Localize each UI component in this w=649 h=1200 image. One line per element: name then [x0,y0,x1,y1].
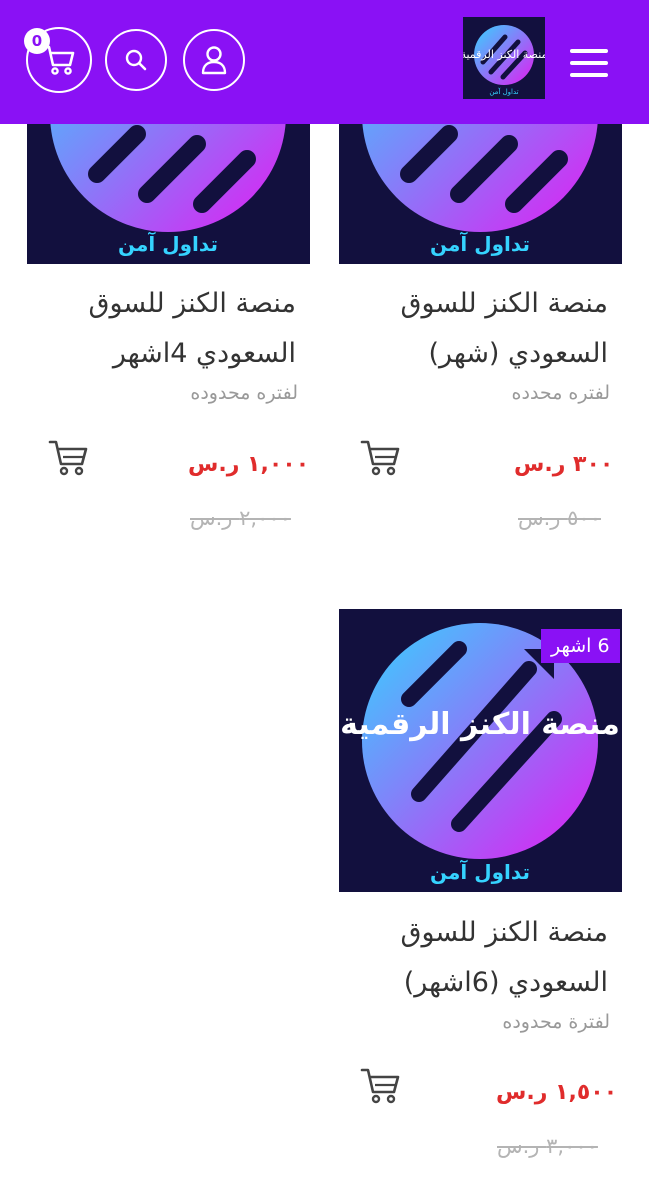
product-image-graphic: تداول آمن [50,124,286,256]
product-title-line2[interactable]: السعودي (شهر) [325,329,608,379]
svg-text:منصة الكنز الرقمية: منصة الكنز الرقمية [340,707,620,742]
search-icon [125,49,147,71]
site-logo[interactable]: منصة الكنز الرقمية تداول آمن [463,17,545,99]
account-button[interactable] [183,29,245,91]
product-price: ١,٠٠٠ ر.س [188,452,310,477]
site-header: 0 منصة الكنز الرقمية تداول آمن [0,0,649,124]
add-to-cart-button[interactable] [48,438,90,478]
product-old-price: ٥٠٠ ر.س [518,506,601,530]
product-title-line2[interactable]: السعودي 4اشهر [13,329,296,379]
logo-graphic: منصة الكنز الرقمية تداول آمن [463,25,545,96]
product-old-price: ٣,٠٠٠ ر.س [497,1134,598,1158]
product-price: ٣٠٠ ر.س [514,452,614,477]
add-to-cart-button[interactable] [360,438,402,478]
cart-icon [48,440,88,476]
product-title-line1[interactable]: منصة الكنز للسوق [325,279,609,329]
add-to-cart-button[interactable] [360,1066,402,1106]
product-image[interactable]: تداول آمن [27,124,310,264]
svg-text:منصة الكنز الرقمية: منصة الكنز الرقمية [463,48,545,61]
cart-count-badge: 0 [24,28,50,54]
svg-text:تداول آمن: تداول آمن [489,87,518,96]
cart-icon [360,1068,400,1104]
product-image[interactable]: تداول آمن [339,124,622,264]
product-image-graphic: تداول آمن [362,124,598,256]
svg-text:تداول آمن: تداول آمن [430,859,530,884]
product-subtitle: لفترة محدوده [502,1011,610,1033]
svg-text:تداول آمن: تداول آمن [118,231,218,256]
product-title-line2[interactable]: السعودي (6اشهر) [325,958,608,1008]
product-subtitle: لفتره محدده [511,382,610,404]
product-old-price: ٢,٠٠٠ ر.س [190,506,291,530]
user-icon [201,46,227,75]
svg-text:تداول آمن: تداول آمن [430,231,530,256]
product-title-line1[interactable]: منصة الكنز للسوق [13,279,297,329]
product-price: ١,٥٠٠ ر.س [496,1080,618,1105]
product-title-line1[interactable]: منصة الكنز للسوق [325,908,609,958]
product-subtitle: لفتره محدوده [190,382,298,404]
hamburger-menu-icon[interactable] [568,46,612,80]
cart-icon [360,440,400,476]
search-button[interactable] [105,29,167,91]
duration-badge: 6 اشهر [541,629,620,663]
